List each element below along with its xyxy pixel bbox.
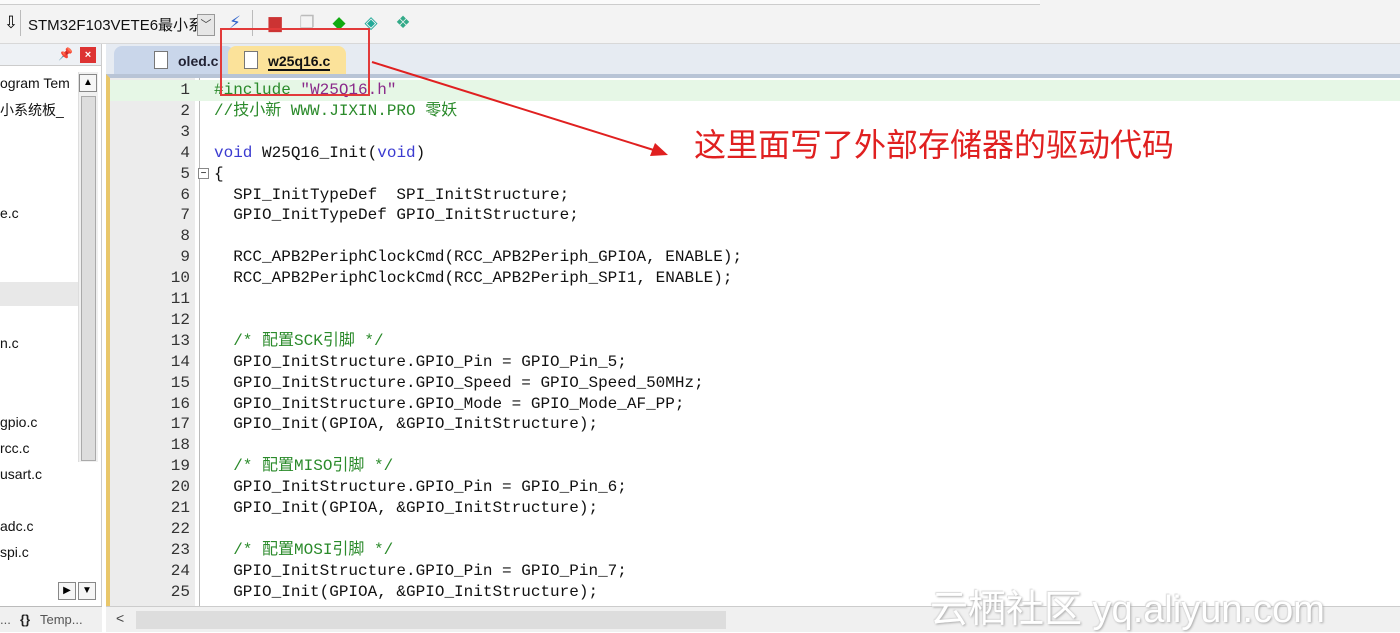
watermark: 云栖社区 yq.aliyun.com — [930, 589, 1325, 631]
annotation-text: 这里面写了外部存储器的驱动代码 — [694, 126, 1175, 164]
annotation-arrow — [371, 61, 668, 156]
